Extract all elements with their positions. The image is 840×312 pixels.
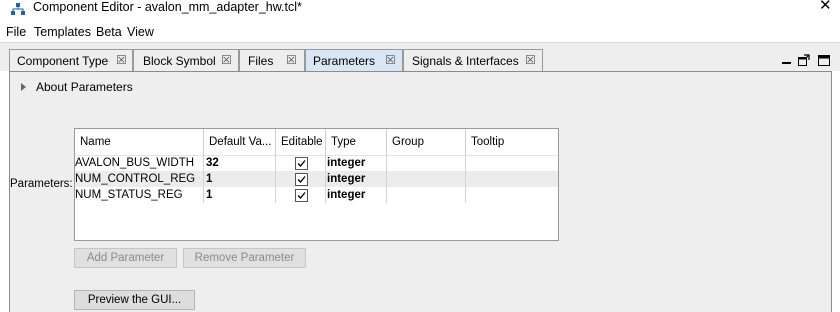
expand-arrow-icon[interactable] <box>21 83 26 91</box>
cell-name[interactable]: AVALON_BUS_WIDTH <box>75 155 204 171</box>
cell-editable <box>276 171 326 187</box>
cell-tooltip[interactable] <box>466 187 558 203</box>
cell-default[interactable]: 1 <box>204 187 276 203</box>
tab-label: Files <box>248 54 274 68</box>
menu-bar: File Templates Beta View <box>0 23 840 41</box>
parameters-panel: About Parameters Parameters: Name Defaul… <box>9 71 832 312</box>
tab-files[interactable]: Files ☒ <box>239 49 305 72</box>
tab-close-icon[interactable]: ☒ <box>221 53 232 67</box>
cell-editable <box>276 155 326 171</box>
editable-checkbox[interactable] <box>295 173 308 186</box>
window-close-button[interactable]: ✕ <box>819 0 832 14</box>
component-editor-icon <box>11 3 25 15</box>
cell-type[interactable]: integer <box>326 187 387 203</box>
menu-beta[interactable]: Beta <box>96 24 122 40</box>
about-parameters-toggle[interactable]: About Parameters <box>36 80 133 94</box>
tab-component-type[interactable]: Component Type ☒ <box>9 49 133 72</box>
table-row[interactable]: NUM_STATUS_REG 1 integer <box>75 187 558 203</box>
checkmark-icon <box>297 192 306 199</box>
tab-bar: Component Type ☒ Block Symbol ☒ Files ☒ … <box>0 42 840 73</box>
menu-file[interactable]: File <box>6 24 26 40</box>
menu-templates[interactable]: Templates <box>34 24 91 40</box>
cell-group[interactable] <box>387 171 466 187</box>
column-header-default-value[interactable]: Default Va... <box>204 129 276 155</box>
cell-name[interactable]: NUM_CONTROL_REG <box>75 171 204 187</box>
tab-signals-interfaces[interactable]: Signals & Interfaces ☒ <box>403 49 543 72</box>
column-header-editable[interactable]: Editable <box>276 129 326 155</box>
checkmark-icon <box>297 160 306 167</box>
editable-checkbox[interactable] <box>295 157 308 170</box>
tab-close-icon[interactable]: ☒ <box>385 53 396 67</box>
tab-close-icon[interactable]: ☒ <box>286 53 297 67</box>
checkmark-icon <box>297 176 306 183</box>
cell-tooltip[interactable] <box>466 171 558 187</box>
table-row[interactable]: NUM_CONTROL_REG 1 integer <box>75 171 558 187</box>
tab-block-symbol[interactable]: Block Symbol ☒ <box>133 49 239 72</box>
column-header-group[interactable]: Group <box>387 129 466 155</box>
column-header-tooltip[interactable]: Tooltip <box>466 129 558 155</box>
window-title: Component Editor - avalon_mm_adapter_hw.… <box>33 0 302 14</box>
tab-label: Block Symbol <box>143 54 216 68</box>
maximize-icon[interactable] <box>818 54 830 66</box>
cell-default[interactable]: 1 <box>204 171 276 187</box>
cell-default[interactable]: 32 <box>204 155 276 171</box>
tab-parameters[interactable]: Parameters ☒ <box>305 49 403 73</box>
tab-label: Parameters <box>313 54 376 68</box>
remove-parameter-button[interactable]: Remove Parameter <box>183 248 306 268</box>
table-row[interactable]: AVALON_BUS_WIDTH 32 integer <box>75 155 558 171</box>
cell-tooltip[interactable] <box>466 155 558 171</box>
tab-label: Component Type <box>17 54 109 68</box>
editable-checkbox[interactable] <box>295 189 308 202</box>
cell-name[interactable]: NUM_STATUS_REG <box>75 187 204 203</box>
detach-icon[interactable] <box>798 54 810 66</box>
add-parameter-button[interactable]: Add Parameter <box>74 248 177 268</box>
cell-type[interactable]: integer <box>326 155 387 171</box>
cell-group[interactable] <box>387 187 466 203</box>
cell-group[interactable] <box>387 155 466 171</box>
preview-gui-button[interactable]: Preview the GUI... <box>74 290 195 310</box>
tab-close-icon[interactable]: ☒ <box>525 53 536 67</box>
cell-editable <box>276 187 326 203</box>
column-header-type[interactable]: Type <box>326 129 387 155</box>
title-bar: Component Editor - avalon_mm_adapter_hw.… <box>0 0 840 22</box>
tab-label: Signals & Interfaces <box>412 54 519 68</box>
column-header-name[interactable]: Name <box>75 129 204 155</box>
menu-view[interactable]: View <box>127 24 154 40</box>
parameters-label: Parameters: <box>10 178 73 190</box>
tab-close-icon[interactable]: ☒ <box>116 53 127 67</box>
minimize-icon[interactable] <box>781 54 793 66</box>
cell-type[interactable]: integer <box>326 171 387 187</box>
parameters-table: Name Default Va... Editable Type Group T… <box>74 128 559 241</box>
